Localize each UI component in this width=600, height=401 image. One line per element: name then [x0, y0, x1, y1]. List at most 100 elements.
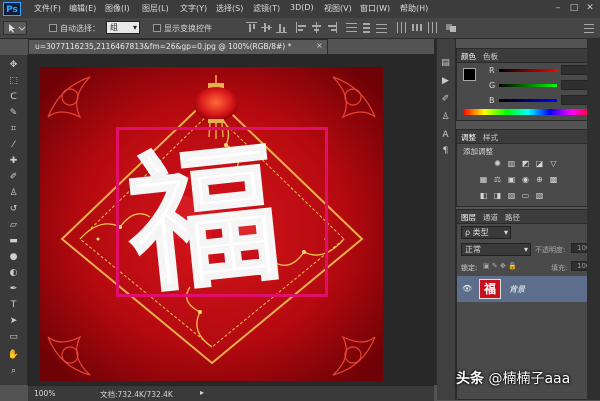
type-tool-icon[interactable]: T: [7, 300, 20, 311]
document-tab[interactable]: u=3077116235,2116467813&fm=26&gp=0.jpg @…: [28, 39, 328, 54]
align-hcenter-button[interactable]: [311, 22, 322, 33]
gradient-tool-icon[interactable]: ▬: [7, 236, 20, 247]
close-document-icon[interactable]: ×: [316, 41, 323, 50]
tab-styles[interactable]: 样式: [483, 132, 498, 143]
curves-icon[interactable]: ◩: [521, 160, 530, 168]
brightness-icon[interactable]: ✺: [493, 160, 502, 168]
menu-image[interactable]: 图像(I): [105, 3, 130, 14]
history-panel-icon[interactable]: ▤: [441, 59, 450, 68]
layer-filter-dropdown[interactable]: ρ 类型 ▾: [461, 226, 511, 239]
blue-slider[interactable]: [499, 99, 557, 102]
marquee-tool-icon[interactable]: ⬚: [7, 76, 20, 87]
align-left-button[interactable]: [296, 22, 307, 33]
minimize-button[interactable]: –: [552, 3, 564, 14]
distribute-right-button[interactable]: [426, 22, 437, 33]
clone-stamp-tool-icon[interactable]: ♙: [7, 188, 20, 199]
levels-icon[interactable]: ▥: [507, 160, 516, 168]
black-white-icon[interactable]: ▣: [507, 176, 516, 184]
auto-align-button[interactable]: [446, 22, 457, 33]
move-tool-icon[interactable]: ✥: [7, 60, 20, 71]
distribute-left-button[interactable]: [396, 22, 407, 33]
clone-source-panel-icon[interactable]: ♙: [441, 113, 450, 122]
blend-mode-value: 正常: [465, 245, 481, 254]
history-brush-tool-icon[interactable]: ↺: [7, 204, 20, 215]
lasso-tool-icon[interactable]: ᑕ: [7, 92, 20, 103]
distribute-bottom-button[interactable]: [376, 22, 387, 33]
quick-select-tool-icon[interactable]: ✎: [7, 108, 20, 119]
green-slider[interactable]: [499, 84, 557, 87]
distribute-hcenter-button[interactable]: [411, 22, 422, 33]
tab-adjustments[interactable]: 调整: [461, 132, 476, 143]
workspace-menu-button[interactable]: [584, 23, 595, 34]
healing-brush-tool-icon[interactable]: ✚: [7, 156, 20, 167]
move-tool-preset-picker[interactable]: [3, 21, 27, 35]
menu-view[interactable]: 视图(V): [324, 3, 352, 14]
selective-color-icon[interactable]: ▧: [535, 192, 544, 200]
status-menu-arrow-icon[interactable]: ▸: [200, 388, 204, 397]
menu-type[interactable]: 文字(Y): [180, 3, 207, 14]
menu-file[interactable]: 文件(F): [34, 3, 61, 14]
layer-name[interactable]: 背景: [509, 284, 525, 295]
tab-channels[interactable]: 通道: [483, 212, 498, 223]
align-top-button[interactable]: [246, 22, 257, 33]
align-bottom-button[interactable]: [276, 22, 287, 33]
maximize-button[interactable]: □: [568, 3, 580, 14]
menu-help[interactable]: 帮助(H): [400, 3, 428, 14]
zoom-level[interactable]: 100%: [34, 389, 55, 398]
pen-tool-icon[interactable]: ✒: [7, 284, 20, 295]
visibility-eye-icon[interactable]: 👁: [462, 284, 472, 293]
menu-layer[interactable]: 图层(L): [142, 3, 169, 14]
menu-select[interactable]: 选择(S): [216, 3, 243, 14]
close-window-button[interactable]: ✕: [584, 3, 596, 14]
brush-tool-icon[interactable]: ✐: [7, 172, 20, 183]
eraser-tool-icon[interactable]: ▱: [7, 220, 20, 231]
layer-row-background[interactable]: 👁 福 背景 🔒: [457, 276, 600, 302]
exposure-icon[interactable]: ◪: [535, 160, 544, 168]
menu-edit[interactable]: 编辑(E): [69, 3, 96, 14]
menu-3d[interactable]: 3D(D): [290, 3, 314, 12]
hue-saturation-icon[interactable]: ▦: [479, 176, 488, 184]
tab-paths[interactable]: 路径: [505, 212, 520, 223]
posterize-icon[interactable]: ◨: [493, 192, 502, 200]
eyedropper-tool-icon[interactable]: ⁄: [7, 140, 20, 151]
tab-layers[interactable]: 图层: [461, 212, 476, 223]
menu-filter[interactable]: 滤镜(T): [253, 3, 280, 14]
photo-filter-icon[interactable]: ◉: [521, 176, 530, 184]
auto-select-checkbox[interactable]: [49, 24, 57, 32]
auto-select-dropdown[interactable]: 组 ▾: [106, 21, 140, 34]
lock-icons[interactable]: ▣ ✎ ✥ 🔒: [483, 262, 517, 270]
align-vcenter-button[interactable]: [261, 22, 272, 33]
gradient-map-icon[interactable]: ▭: [521, 192, 530, 200]
adjustments-panel: 调整 样式 添加调整 ✺ ▥ ◩ ◪ ▽ ▦ ⚖ ▣ ◉ ⊕ ▩ ◧ ◨ ▨ ▭…: [456, 129, 600, 207]
menu-window[interactable]: 窗口(W): [360, 3, 390, 14]
distribute-top-button[interactable]: [346, 22, 357, 33]
hand-tool-icon[interactable]: ✋: [7, 350, 20, 361]
invert-icon[interactable]: ◧: [479, 192, 488, 200]
dodge-tool-icon[interactable]: ◐: [7, 268, 20, 279]
align-right-button[interactable]: [326, 22, 337, 33]
color-balance-icon[interactable]: ⚖: [493, 176, 502, 184]
distribute-vcenter-button[interactable]: [361, 22, 372, 33]
brush-panel-icon[interactable]: ✐: [441, 95, 450, 104]
color-spectrum-bar[interactable]: [463, 109, 593, 115]
channel-mixer-icon[interactable]: ⊕: [535, 176, 544, 184]
selection-rectangle[interactable]: [116, 127, 328, 297]
layer-thumbnail: 福: [479, 279, 501, 299]
show-transform-checkbox[interactable]: [153, 24, 161, 32]
blend-mode-dropdown[interactable]: 正常 ▾: [461, 243, 531, 256]
threshold-icon[interactable]: ▨: [507, 192, 516, 200]
tab-swatches[interactable]: 色板: [483, 51, 498, 62]
red-slider[interactable]: [499, 69, 557, 72]
character-panel-icon[interactable]: A: [441, 131, 450, 140]
crop-tool-icon[interactable]: ⌗: [7, 124, 20, 135]
vibrance-icon[interactable]: ▽: [549, 160, 558, 168]
paragraph-panel-icon[interactable]: ¶: [441, 147, 450, 156]
actions-panel-icon[interactable]: ▶: [441, 77, 450, 86]
zoom-tool-icon[interactable]: ⌕: [7, 366, 20, 377]
blur-tool-icon[interactable]: ●: [7, 252, 20, 263]
color-lookup-icon[interactable]: ▩: [549, 176, 558, 184]
path-selection-tool-icon[interactable]: ➤: [7, 316, 20, 327]
shape-tool-icon[interactable]: ▭: [7, 332, 20, 343]
foreground-color-swatch[interactable]: [463, 68, 476, 81]
tab-color[interactable]: 颜色: [461, 51, 476, 62]
